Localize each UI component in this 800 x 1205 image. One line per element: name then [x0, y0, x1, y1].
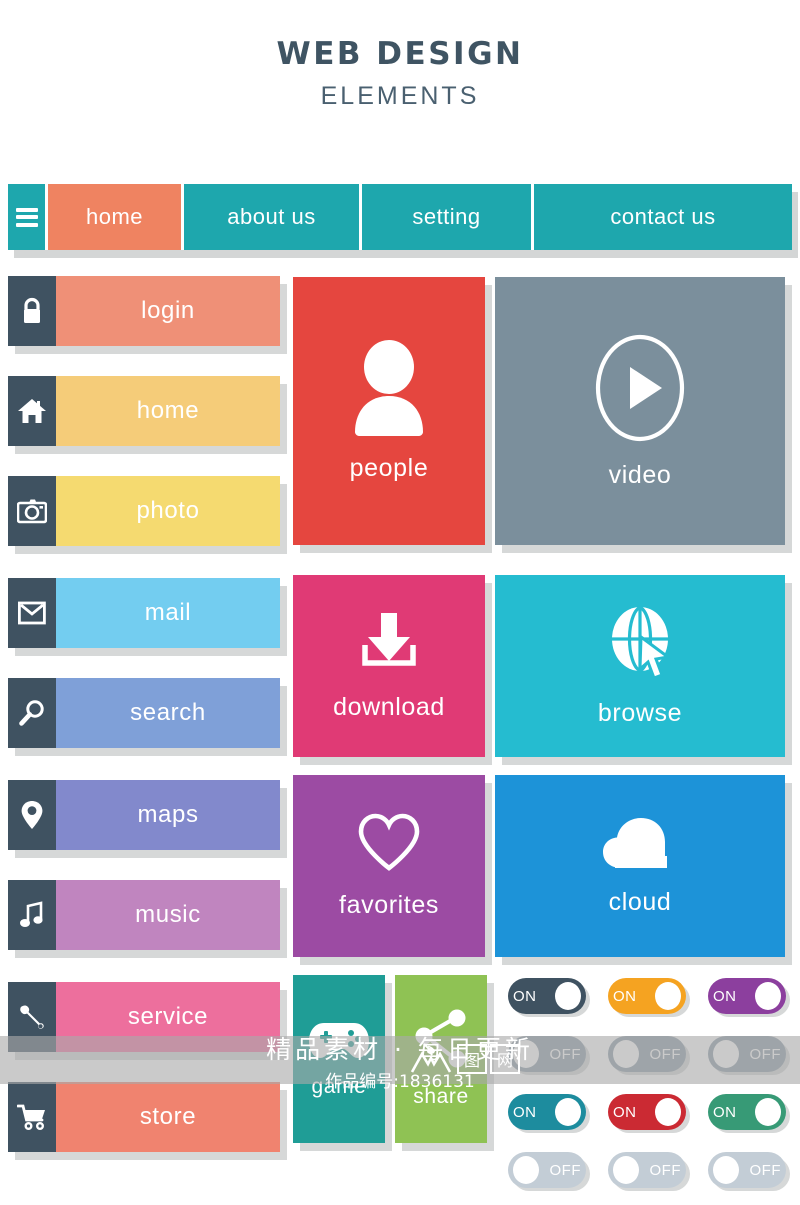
button-label: photo [56, 476, 280, 546]
tile-game[interactable]: game [293, 975, 392, 1151]
shopping-cart-icon [8, 1082, 56, 1152]
camera-icon [8, 476, 56, 546]
music-note-icon [8, 880, 56, 950]
toggle-switch-off-r4c3[interactable]: OFF [708, 1152, 790, 1191]
share-nodes-icon [412, 1009, 470, 1071]
tile-video[interactable]: video [495, 277, 792, 553]
tile-share[interactable]: share [395, 975, 494, 1151]
toggle-switch-off-r2c3[interactable]: OFF [708, 1036, 790, 1075]
wrench-icon [8, 982, 56, 1052]
tile-favorites[interactable]: favorites [293, 775, 492, 965]
toggle-knob[interactable] [655, 982, 681, 1010]
navigation-bar: home about us setting contact us [8, 184, 798, 258]
toggle-label: OFF [649, 1045, 681, 1063]
title-line-1: WEB DESIGN [276, 36, 524, 72]
download-icon [355, 611, 423, 675]
tile-label: game [311, 1075, 367, 1098]
toggle-label: OFF [549, 1045, 581, 1063]
nav-tab-contact-us[interactable]: contact us [534, 184, 792, 250]
button-label: service [56, 982, 280, 1052]
tile-people[interactable]: people [293, 277, 492, 553]
tile-cloud[interactable]: cloud [495, 775, 792, 965]
tile-label: people [349, 453, 429, 482]
button-label: search [56, 678, 280, 748]
person-icon [347, 339, 431, 436]
toggle-switch-off-r2c2[interactable]: OFF [608, 1036, 690, 1075]
toggle-knob[interactable] [555, 982, 581, 1010]
toggle-label: ON [513, 1103, 537, 1121]
toggle-knob[interactable] [755, 1098, 781, 1126]
button-label: music [56, 880, 280, 950]
hamburger-menu-button[interactable] [8, 184, 48, 250]
house-icon [8, 376, 56, 446]
toggle-label: ON [513, 987, 537, 1005]
tile-label: download [333, 692, 445, 721]
envelope-icon [8, 578, 56, 648]
tile-label: browse [597, 698, 683, 727]
magnifier-icon [8, 678, 56, 748]
tile-label: cloud [608, 887, 672, 916]
toggle-knob[interactable] [513, 1156, 539, 1184]
button-maps[interactable]: maps [8, 780, 287, 858]
toggle-switch-off-r2c1[interactable]: OFF [508, 1036, 590, 1075]
toggle-knob[interactable] [555, 1098, 581, 1126]
toggle-switch-on-r3c1[interactable]: ON [508, 1094, 590, 1133]
toggle-switch-on-r1c3[interactable]: ON [708, 978, 790, 1017]
toggle-label: OFF [749, 1045, 781, 1063]
play-circle-icon [594, 333, 686, 443]
toggle-label: OFF [649, 1161, 681, 1179]
tile-label: video [608, 460, 672, 489]
button-photo[interactable]: photo [8, 476, 287, 554]
gamepad-icon [308, 1019, 370, 1061]
button-service[interactable]: service [8, 982, 287, 1060]
toggle-grid: ON ON ON OFF OFF OFF ON ON ON OFF OFF OFF [508, 978, 800, 1191]
toggle-label: ON [613, 1103, 637, 1121]
button-mail[interactable]: mail [8, 578, 287, 656]
hamburger-icon [15, 204, 38, 230]
toggle-switch-off-r4c2[interactable]: OFF [608, 1152, 690, 1191]
toggle-knob[interactable] [713, 1156, 739, 1184]
nav-tab-about-us[interactable]: about us [184, 184, 362, 250]
toggle-switch-on-r1c1[interactable]: ON [508, 978, 590, 1017]
toggle-label: ON [713, 987, 737, 1005]
title-line-2: ELEMENTS [320, 82, 480, 110]
lock-icon [8, 276, 56, 346]
toggle-switch-on-r1c2[interactable]: ON [608, 978, 690, 1017]
toggle-label: ON [613, 987, 637, 1005]
heart-icon [357, 813, 421, 873]
tile-browse[interactable]: browse [495, 575, 792, 765]
cloud-icon [601, 816, 679, 870]
button-login[interactable]: login [8, 276, 287, 354]
toggle-knob[interactable] [513, 1040, 539, 1068]
toggle-label: OFF [549, 1161, 581, 1179]
nav-tab-home[interactable]: home [48, 184, 184, 250]
button-store[interactable]: store [8, 1082, 287, 1160]
toggle-label: ON [713, 1103, 737, 1121]
toggle-switch-off-r4c1[interactable]: OFF [508, 1152, 590, 1191]
nav-tab-setting[interactable]: setting [362, 184, 534, 250]
button-search[interactable]: search [8, 678, 287, 756]
toggle-knob[interactable] [613, 1040, 639, 1068]
toggle-knob[interactable] [755, 982, 781, 1010]
toggle-knob[interactable] [655, 1098, 681, 1126]
toggle-switch-on-r3c3[interactable]: ON [708, 1094, 790, 1133]
tile-label: favorites [339, 890, 439, 919]
toggle-label: OFF [749, 1161, 781, 1179]
map-pin-icon [8, 780, 56, 850]
button-label: login [56, 276, 280, 346]
toggle-switch-on-r3c2[interactable]: ON [608, 1094, 690, 1133]
button-label: home [56, 376, 280, 446]
globe-cursor-icon [606, 605, 674, 681]
button-music[interactable]: music [8, 880, 287, 958]
toggle-knob[interactable] [713, 1040, 739, 1068]
button-label: maps [56, 780, 280, 850]
button-home[interactable]: home [8, 376, 287, 454]
button-label: store [56, 1082, 280, 1152]
toggle-knob[interactable] [613, 1156, 639, 1184]
tile-download[interactable]: download [293, 575, 492, 765]
button-list: login home photo mail search maps music service… [8, 276, 287, 1182]
tile-label: share [413, 1085, 469, 1108]
button-label: mail [56, 578, 280, 648]
page-title: WEB DESIGN ELEMENTS [0, 0, 800, 111]
